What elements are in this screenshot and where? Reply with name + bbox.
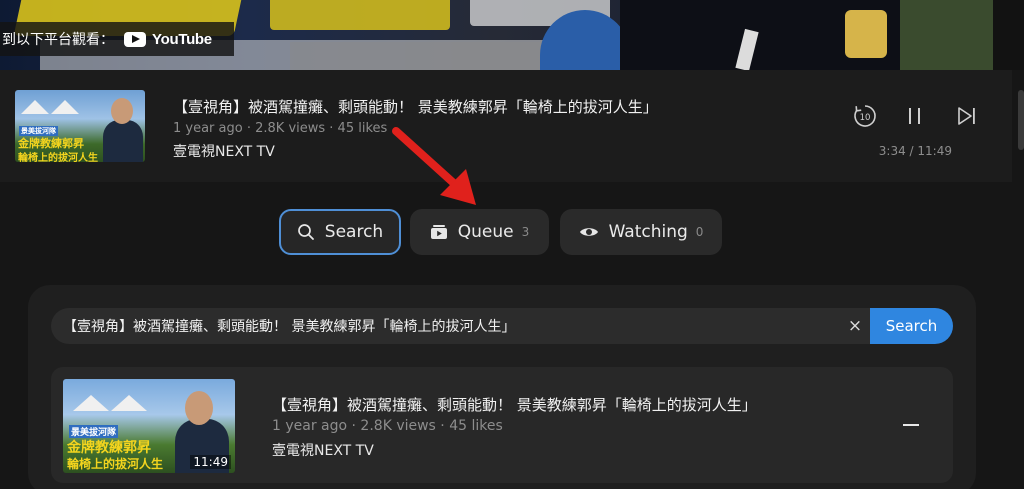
clear-search-button[interactable]: × xyxy=(841,312,869,340)
playback-time: 3:34 / 11:49 xyxy=(878,144,952,158)
result-title[interactable]: 【壹視角】被酒駕撞癱、剩頭能動！ 景美教練郭昇「輪椅上的拔河人生」 xyxy=(272,394,757,415)
replay-10-button[interactable]: 10 xyxy=(849,100,881,132)
queue-icon xyxy=(430,225,447,239)
watch-on-youtube-button[interactable]: 到以下平台觀看： YouTube xyxy=(0,22,234,56)
thumbnail-art xyxy=(111,395,147,411)
youtube-label: YouTube xyxy=(152,30,212,48)
tab-queue[interactable]: Queue 3 xyxy=(410,209,549,255)
tab-watching-count: 0 xyxy=(695,225,704,239)
replay-10-icon: 10 xyxy=(854,105,876,127)
tab-search-label: Search xyxy=(324,222,384,242)
app-root: 到以下平台觀看： YouTube 景美拔河隊 金牌教練郭昇 輪椅上的拔河人生 【… xyxy=(0,0,1024,489)
video-frame-art xyxy=(270,0,450,30)
youtube-icon xyxy=(124,31,146,47)
tab-watching-label: Watching xyxy=(608,222,688,242)
thumbnail-caption: 輪椅上的拔河人生 xyxy=(67,457,164,471)
eye-icon xyxy=(579,228,598,236)
panel-tabs: Search Queue 3 Watching 0 xyxy=(0,209,1024,255)
video-player[interactable]: 到以下平台觀看： YouTube xyxy=(0,0,1024,70)
video-frame-art xyxy=(845,10,887,58)
thumbnail-art xyxy=(51,100,79,114)
search-icon xyxy=(297,224,314,240)
thumbnail-art xyxy=(103,120,143,162)
video-frame-art xyxy=(900,0,993,70)
now-playing-title[interactable]: 【壹視角】被酒駕撞癱、剩頭能動！ 景美教練郭昇「輪椅上的拔河人生」 xyxy=(173,96,658,117)
thumbnail-art xyxy=(21,100,49,114)
thumbnail-art xyxy=(73,395,109,411)
skip-next-button[interactable] xyxy=(951,100,983,132)
pause-button[interactable] xyxy=(899,100,931,132)
pause-icon xyxy=(909,108,920,124)
tab-queue-count: 3 xyxy=(521,225,530,239)
result-channel[interactable]: 壹電視NEXT TV xyxy=(272,440,374,460)
tab-queue-label: Queue xyxy=(457,222,514,242)
now-playing-meta: 1 year ago · 2.8K views · 45 likes xyxy=(173,121,388,136)
replay-10-label: 10 xyxy=(860,113,871,123)
search-result-item[interactable]: 景美拔河隊 金牌教練郭昇 輪椅上的拔河人生 11:49 【壹視角】被酒駕撞癱、剩… xyxy=(51,367,953,483)
search-panel: × Search 景美拔河隊 金牌教練郭昇 輪椅上的拔河人生 11:49 【壹視… xyxy=(28,285,976,489)
watch-on-label: 到以下平台觀看： xyxy=(2,32,114,48)
thumbnail-art xyxy=(111,98,133,124)
skip-next-icon xyxy=(958,107,975,125)
scrollbar[interactable] xyxy=(1018,90,1024,150)
now-playing-channel[interactable]: 壹電視NEXT TV xyxy=(173,141,275,161)
result-thumbnail[interactable]: 景美拔河隊 金牌教練郭昇 輪椅上的拔河人生 11:49 xyxy=(63,379,235,473)
search-input[interactable] xyxy=(51,308,871,344)
remove-icon[interactable] xyxy=(899,413,923,437)
thumbnail-caption: 金牌教練郭昇 xyxy=(67,440,151,456)
thumbnail-caption: 輪椅上的拔河人生 xyxy=(18,153,98,162)
thumbnail-art xyxy=(185,391,213,425)
tab-search[interactable]: Search xyxy=(279,209,401,255)
now-playing-bar: 景美拔河隊 金牌教練郭昇 輪椅上的拔河人生 【壹視角】被酒駕撞癱、剩頭能動！ 景… xyxy=(0,70,1012,182)
result-meta: 1 year ago · 2.8K views · 45 likes xyxy=(272,418,503,434)
search-button[interactable]: Search xyxy=(870,308,953,344)
duration-badge: 11:49 xyxy=(190,455,231,469)
tab-watching[interactable]: Watching 0 xyxy=(560,209,722,255)
now-playing-thumbnail[interactable]: 景美拔河隊 金牌教練郭昇 輪椅上的拔河人生 xyxy=(15,90,145,162)
search-bar: × Search xyxy=(51,308,953,344)
